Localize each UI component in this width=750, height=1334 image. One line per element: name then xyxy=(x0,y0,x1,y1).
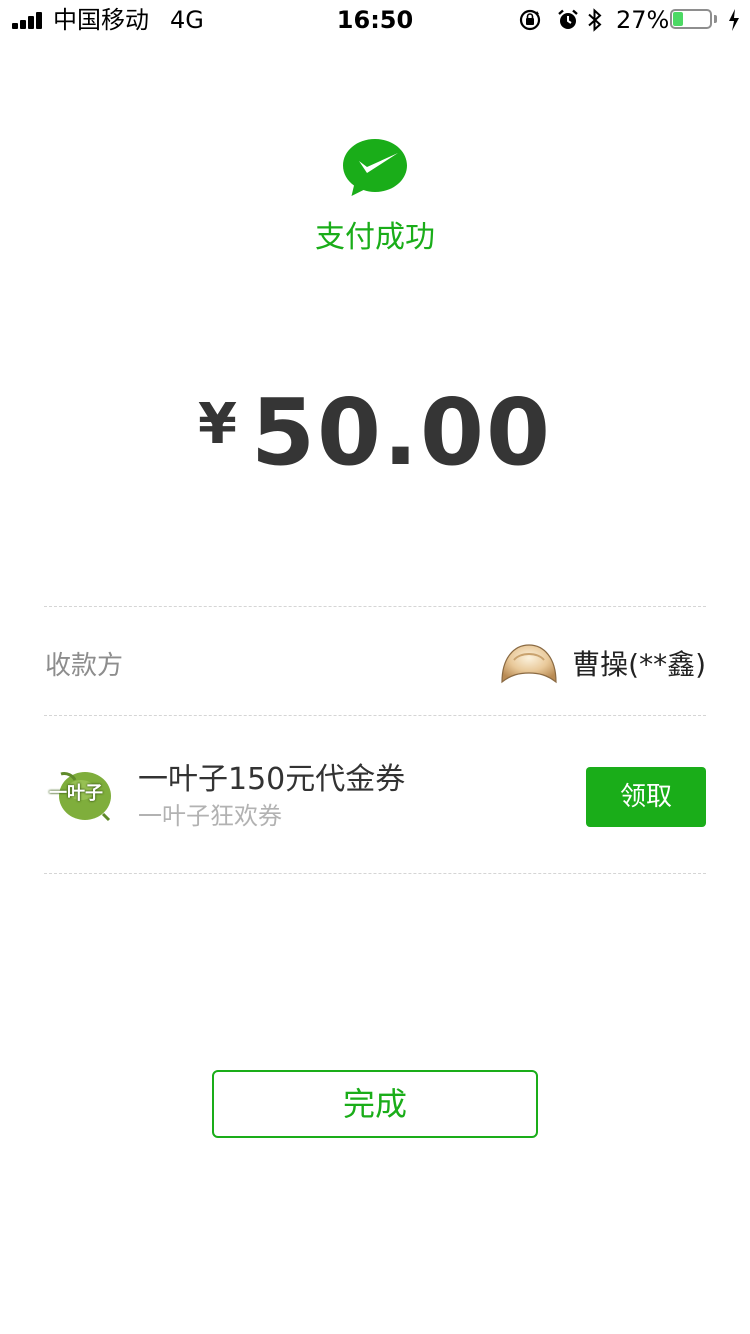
wechat-pay-check-icon xyxy=(343,139,407,196)
divider xyxy=(44,715,706,716)
charging-icon xyxy=(729,9,739,31)
bluetooth-icon xyxy=(588,8,602,32)
divider xyxy=(44,873,706,874)
payee-info: 曹操(**鑫) xyxy=(500,636,706,694)
payment-amount: ¥50.00 xyxy=(0,378,750,488)
payee-avatar xyxy=(501,644,557,684)
coupon-brand-logo: 一叶子 xyxy=(45,768,123,822)
coupon-subtitle: 一叶子狂欢券 xyxy=(138,802,282,830)
payee-name: 曹操(**鑫) xyxy=(572,648,706,681)
alarm-icon xyxy=(558,9,578,29)
amount-value: 50.00 xyxy=(250,379,552,486)
coupon-logo-text: 一叶子 xyxy=(49,783,103,804)
rotation-lock-icon xyxy=(519,9,541,31)
divider xyxy=(44,606,706,607)
payee-label: 收款方 xyxy=(45,651,124,681)
status-bar: 中国移动 4G 16:50 27% xyxy=(0,0,750,40)
done-button[interactable]: 完成 xyxy=(212,1070,538,1138)
battery-icon xyxy=(670,9,717,31)
coupon-title: 一叶子150元代金券 xyxy=(138,762,406,797)
currency-symbol: ¥ xyxy=(198,392,237,457)
payment-success-title: 支付成功 xyxy=(315,220,435,255)
claim-coupon-button[interactable]: 领取 xyxy=(586,767,706,827)
battery-percent: 27% xyxy=(616,6,670,34)
